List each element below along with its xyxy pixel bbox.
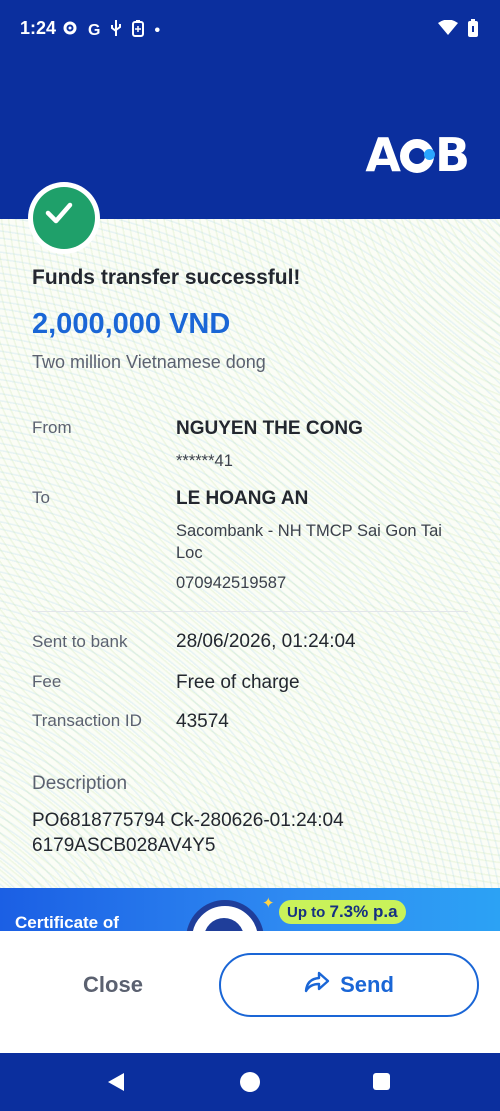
send-button[interactable]: Send xyxy=(219,953,479,1017)
promo-banner[interactable]: Certificate of ✦ Up to 7.3% p.a xyxy=(0,888,500,932)
transaction-id-label: Transaction ID xyxy=(32,711,142,730)
amount-in-words: Two million Vietnamese dong xyxy=(32,352,266,372)
wifi-icon xyxy=(438,19,458,41)
status-bar: 1:24 G • xyxy=(0,0,500,60)
acb-logo: AB xyxy=(365,128,470,182)
send-label: Send xyxy=(340,972,394,997)
close-button[interactable]: Close xyxy=(28,953,198,1017)
back-icon[interactable] xyxy=(106,1071,126,1098)
status-icons-right xyxy=(438,18,480,43)
fee-label: Fee xyxy=(32,672,62,691)
description-label: Description xyxy=(32,773,128,794)
status-time: 1:24 xyxy=(20,18,57,38)
from-account: ******41 xyxy=(176,452,233,470)
system-nav-bar xyxy=(0,1053,500,1111)
sent-to-bank-label: Sent to bank xyxy=(32,632,128,651)
divider xyxy=(32,611,468,612)
recents-icon[interactable] xyxy=(373,1073,390,1090)
battery-saver-icon xyxy=(132,19,145,43)
action-bar: Close Send xyxy=(0,931,500,1053)
share-icon xyxy=(304,971,330,999)
success-title: Funds transfer successful! xyxy=(32,266,301,289)
coin-icon xyxy=(186,900,264,932)
status-icons-left: G • xyxy=(62,19,160,43)
rate-prefix: Up to xyxy=(287,904,326,921)
sent-to-bank-value: 28/06/2026, 01:24:04 xyxy=(176,631,356,652)
gear-icon xyxy=(62,20,78,42)
to-label: To xyxy=(32,488,50,507)
google-icon: G xyxy=(88,22,101,39)
battery-icon xyxy=(466,18,480,43)
rate-badge: Up to 7.3% p.a xyxy=(279,900,406,924)
description-value: PO6818775794 Ck-280626-01:24:04 6179ASCB… xyxy=(32,810,344,856)
fee-value: Free of charge xyxy=(176,672,300,693)
success-check-icon xyxy=(28,182,100,254)
usb-icon xyxy=(110,19,122,43)
to-name: LE HOANG AN xyxy=(176,488,309,509)
rate-value: 7.3% p.a xyxy=(329,902,398,921)
sparkle-icon: ✦ xyxy=(262,895,275,912)
to-account: 070942519587 xyxy=(176,574,287,592)
transfer-amount: 2,000,000 VND xyxy=(32,308,231,340)
from-name: NGUYEN THE CONG xyxy=(176,418,363,439)
home-icon[interactable] xyxy=(240,1072,260,1092)
to-bank: Sacombank - NH TMCP Sai Gon Tai Loc xyxy=(176,522,442,562)
banner-title: Certificate of xyxy=(15,913,119,932)
from-label: From xyxy=(32,418,72,437)
transaction-id-value: 43574 xyxy=(176,711,229,732)
dot-icon: • xyxy=(154,22,161,39)
